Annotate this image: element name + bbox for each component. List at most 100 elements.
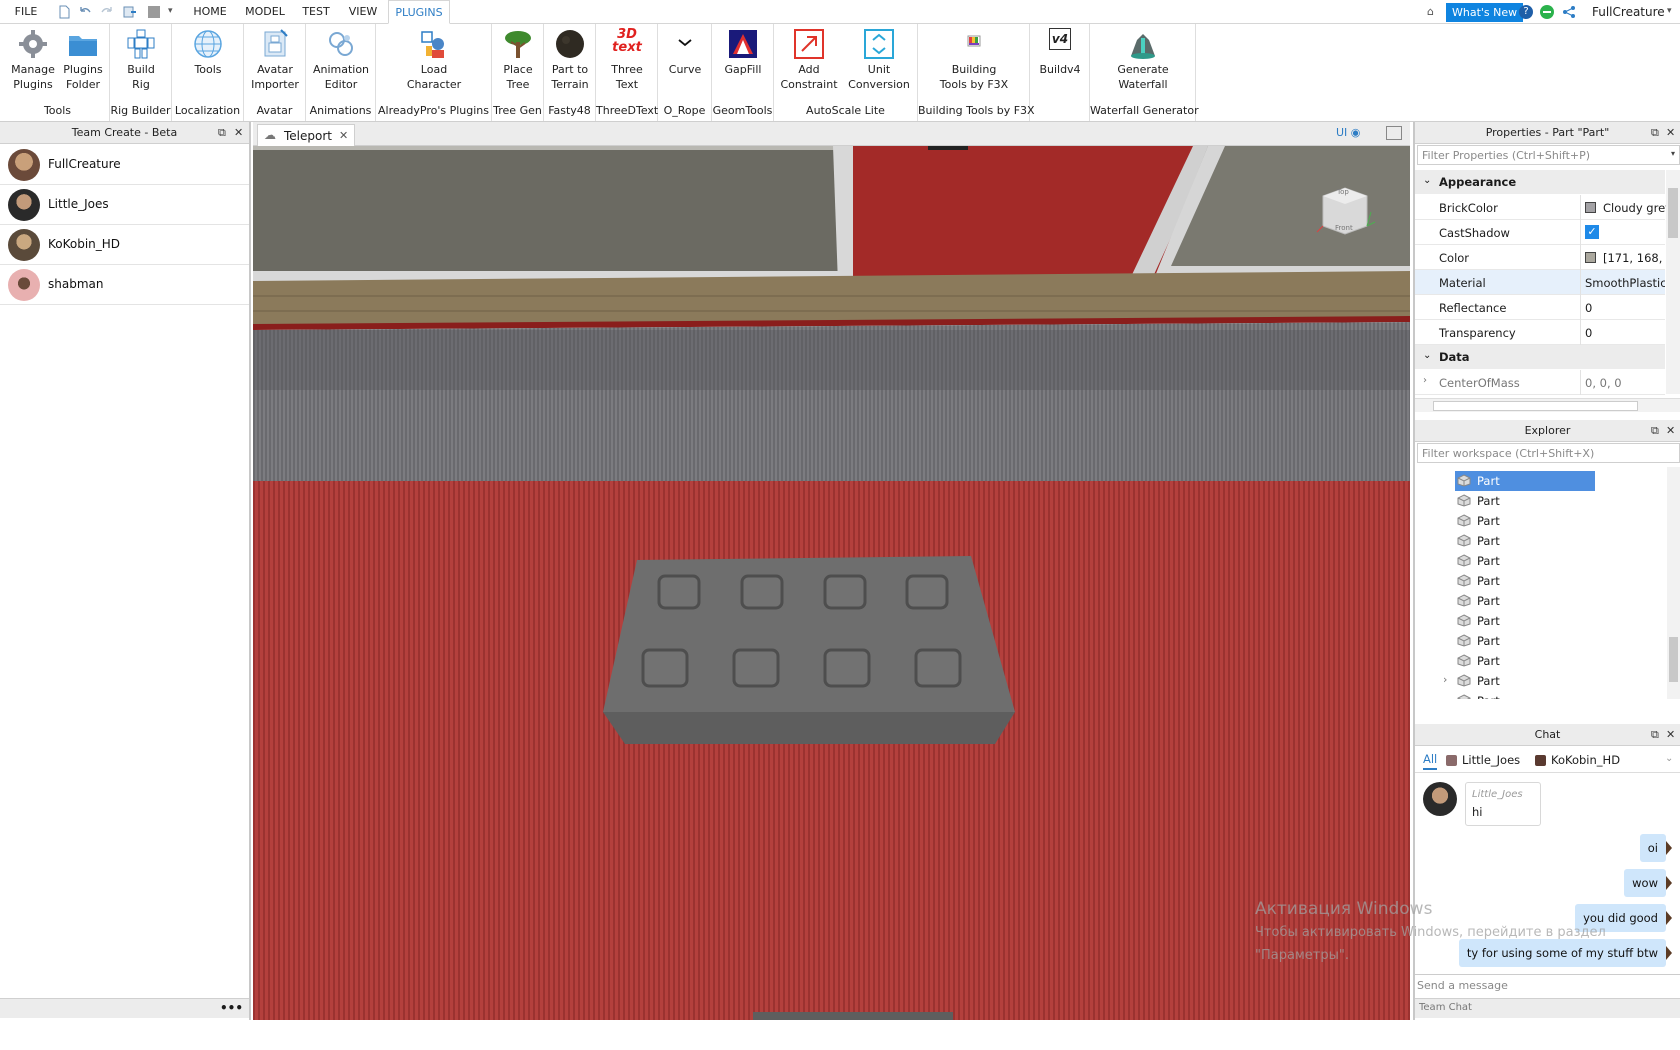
chevron-right-icon[interactable]: › xyxy=(1423,375,1427,386)
ui-visibility-toggle[interactable]: UI ◉ xyxy=(1336,126,1360,139)
explorer-item-part[interactable]: Part xyxy=(1455,471,1595,491)
buildv4-button[interactable]: v4 Buildv4 xyxy=(1034,28,1086,77)
avatar-importer-icon xyxy=(259,28,291,60)
three-text-button[interactable]: 3D text Three Text xyxy=(602,28,652,92)
explorer-filter-input[interactable]: Filter workspace (Ctrl+Shift+X) xyxy=(1417,443,1680,463)
data-section[interactable]: ⌄ Data xyxy=(1415,345,1665,369)
tab-teleport[interactable]: ☁ Teleport ✕ xyxy=(257,124,355,146)
explorer-item-part[interactable]: Part xyxy=(1455,691,1595,699)
property-row-transparency[interactable]: Transparency 0 xyxy=(1415,320,1665,345)
add-constraint-button[interactable]: Add Constraint xyxy=(778,28,840,92)
gear-plug-icon xyxy=(17,28,49,60)
restore-view-icon[interactable] xyxy=(1386,126,1402,140)
close-icon[interactable]: ✕ xyxy=(1666,122,1675,144)
building-tools-f3x-button[interactable]: Building Tools by F3X xyxy=(934,28,1014,92)
property-row-castshadow[interactable]: CastShadow ✓ xyxy=(1415,220,1665,245)
user-dropdown-icon[interactable]: ▾ xyxy=(1667,6,1672,16)
explorer-item-part[interactable]: Part xyxy=(1455,671,1595,691)
undock-icon[interactable]: ⧉ xyxy=(218,122,226,144)
close-icon[interactable]: ✕ xyxy=(1666,420,1675,442)
property-row-material[interactable]: Material SmoothPlastic xyxy=(1415,270,1665,295)
property-row-reflectance[interactable]: Reflectance 0 xyxy=(1415,295,1665,320)
explorer-item-part[interactable]: Part xyxy=(1455,551,1595,571)
property-value[interactable]: 0 xyxy=(1585,326,1665,340)
close-icon[interactable]: ✕ xyxy=(1666,724,1675,746)
team-member-row[interactable]: Little_Joes xyxy=(0,185,249,225)
chat-filter-kokobin-hd[interactable]: KoKobin_HD xyxy=(1551,753,1620,767)
appearance-section[interactable]: ⌄ Appearance xyxy=(1415,170,1665,194)
property-value[interactable]: 0 xyxy=(1585,301,1665,315)
build-rig-button[interactable]: Build Rig xyxy=(116,28,166,92)
undo-icon[interactable] xyxy=(78,5,92,19)
redo-icon[interactable] xyxy=(100,5,114,19)
scrollbar-thumb[interactable] xyxy=(1668,188,1678,238)
username-label[interactable]: FullCreature xyxy=(1592,5,1665,19)
chat-message-input[interactable]: Send a message xyxy=(1415,974,1680,998)
tab-model[interactable]: MODEL xyxy=(243,0,287,24)
close-tab-icon[interactable]: ✕ xyxy=(339,129,348,142)
scrollbar-thumb[interactable] xyxy=(1669,637,1678,682)
explorer-item-part[interactable]: Part xyxy=(1455,531,1595,551)
property-value[interactable]: [171, 168, 158] xyxy=(1603,251,1665,265)
team-member-row[interactable]: shabman xyxy=(0,265,249,305)
publish-icon[interactable] xyxy=(123,5,137,19)
chevron-down-icon[interactable]: ⌄ xyxy=(1665,753,1673,764)
tab-view[interactable]: VIEW xyxy=(344,0,382,24)
place-tree-button[interactable]: Place Tree xyxy=(496,28,540,92)
localization-tools-button[interactable]: Tools xyxy=(182,28,234,77)
property-row-color[interactable]: Color [171, 168, 158] xyxy=(1415,245,1665,270)
explorer-item-part[interactable]: Part xyxy=(1455,511,1595,531)
undock-icon[interactable]: ⧉ xyxy=(1651,724,1659,746)
undock-icon[interactable]: ⧉ xyxy=(1651,122,1659,144)
undock-icon[interactable]: ⧉ xyxy=(1651,420,1659,442)
chevron-right-icon[interactable]: › xyxy=(1443,673,1447,686)
properties-hscrollbar[interactable] xyxy=(1415,398,1680,412)
animation-editor-button[interactable]: Animation Editor xyxy=(310,28,372,92)
manage-plugins-button[interactable]: Manage Plugins xyxy=(10,28,56,92)
property-row-centerofmass[interactable]: › CenterOfMass 0, 0, 0 xyxy=(1415,370,1665,395)
explorer-item-part[interactable]: Part xyxy=(1455,631,1595,651)
share-icon[interactable] xyxy=(1562,5,1576,19)
explorer-item-part[interactable]: Part xyxy=(1455,591,1595,611)
team-member-row[interactable]: FullCreature xyxy=(0,145,249,185)
properties-scrollbar[interactable] xyxy=(1666,170,1680,394)
chat-filter-all[interactable]: All xyxy=(1423,752,1438,770)
chat-filter-little-joes[interactable]: Little_Joes xyxy=(1462,753,1520,767)
unit-conversion-button[interactable]: Unit Conversion xyxy=(844,28,914,92)
stop-icon[interactable] xyxy=(147,5,161,19)
status-online-icon[interactable] xyxy=(1540,5,1554,19)
group-waterfall-generator: Generate Waterfall Waterfall Generator xyxy=(1090,24,1199,121)
collapse-ribbon-icon[interactable]: ⌂ xyxy=(1427,5,1434,18)
filter-dropdown-icon[interactable]: ▾ xyxy=(1671,149,1675,158)
new-file-icon[interactable] xyxy=(57,5,71,19)
file-menu[interactable]: FILE xyxy=(12,0,40,24)
3d-viewport[interactable]: Top Front xyxy=(253,146,1410,1020)
explorer-item-part[interactable]: Part xyxy=(1455,651,1595,671)
gapfill-button[interactable]: GapFill xyxy=(720,28,766,77)
castshadow-checkbox[interactable]: ✓ xyxy=(1585,225,1599,239)
plugins-folder-button[interactable]: Plugins Folder xyxy=(60,28,106,92)
tab-test[interactable]: TEST xyxy=(298,0,334,24)
explorer-item-part[interactable]: Part xyxy=(1455,571,1595,591)
scrollbar-thumb[interactable] xyxy=(1433,401,1638,411)
properties-filter-input[interactable]: Filter Properties (Ctrl+Shift+P) xyxy=(1417,145,1680,165)
more-options-icon[interactable]: ••• xyxy=(220,1001,243,1015)
whats-new-button[interactable]: What's New xyxy=(1446,3,1524,22)
tab-home[interactable]: HOME xyxy=(188,0,232,24)
property-row-brickcolor[interactable]: BrickColor Cloudy grey xyxy=(1415,195,1672,220)
team-member-row[interactable]: KoKobin_HD xyxy=(0,225,249,265)
explorer-item-part[interactable]: Part xyxy=(1455,611,1595,631)
help-icon[interactable]: ? xyxy=(1519,5,1533,19)
load-character-button[interactable]: Load Character xyxy=(406,28,462,92)
explorer-item-part[interactable]: Part xyxy=(1455,491,1595,511)
avatar-importer-button[interactable]: Avatar Importer xyxy=(248,28,302,92)
generate-waterfall-button[interactable]: Generate Waterfall xyxy=(1104,28,1182,92)
view-cube[interactable]: Top Front xyxy=(1313,182,1377,246)
curve-button[interactable]: Curve xyxy=(662,28,708,77)
tab-plugins[interactable]: PLUGINS xyxy=(388,0,450,24)
quick-access-dropdown-icon[interactable]: ▾ xyxy=(168,6,173,16)
part-to-terrain-button[interactable]: Part to Terrain xyxy=(546,28,594,92)
close-icon[interactable]: ✕ xyxy=(234,122,243,144)
explorer-scrollbar[interactable] xyxy=(1667,467,1680,699)
property-value[interactable]: SmoothPlastic xyxy=(1585,276,1665,290)
